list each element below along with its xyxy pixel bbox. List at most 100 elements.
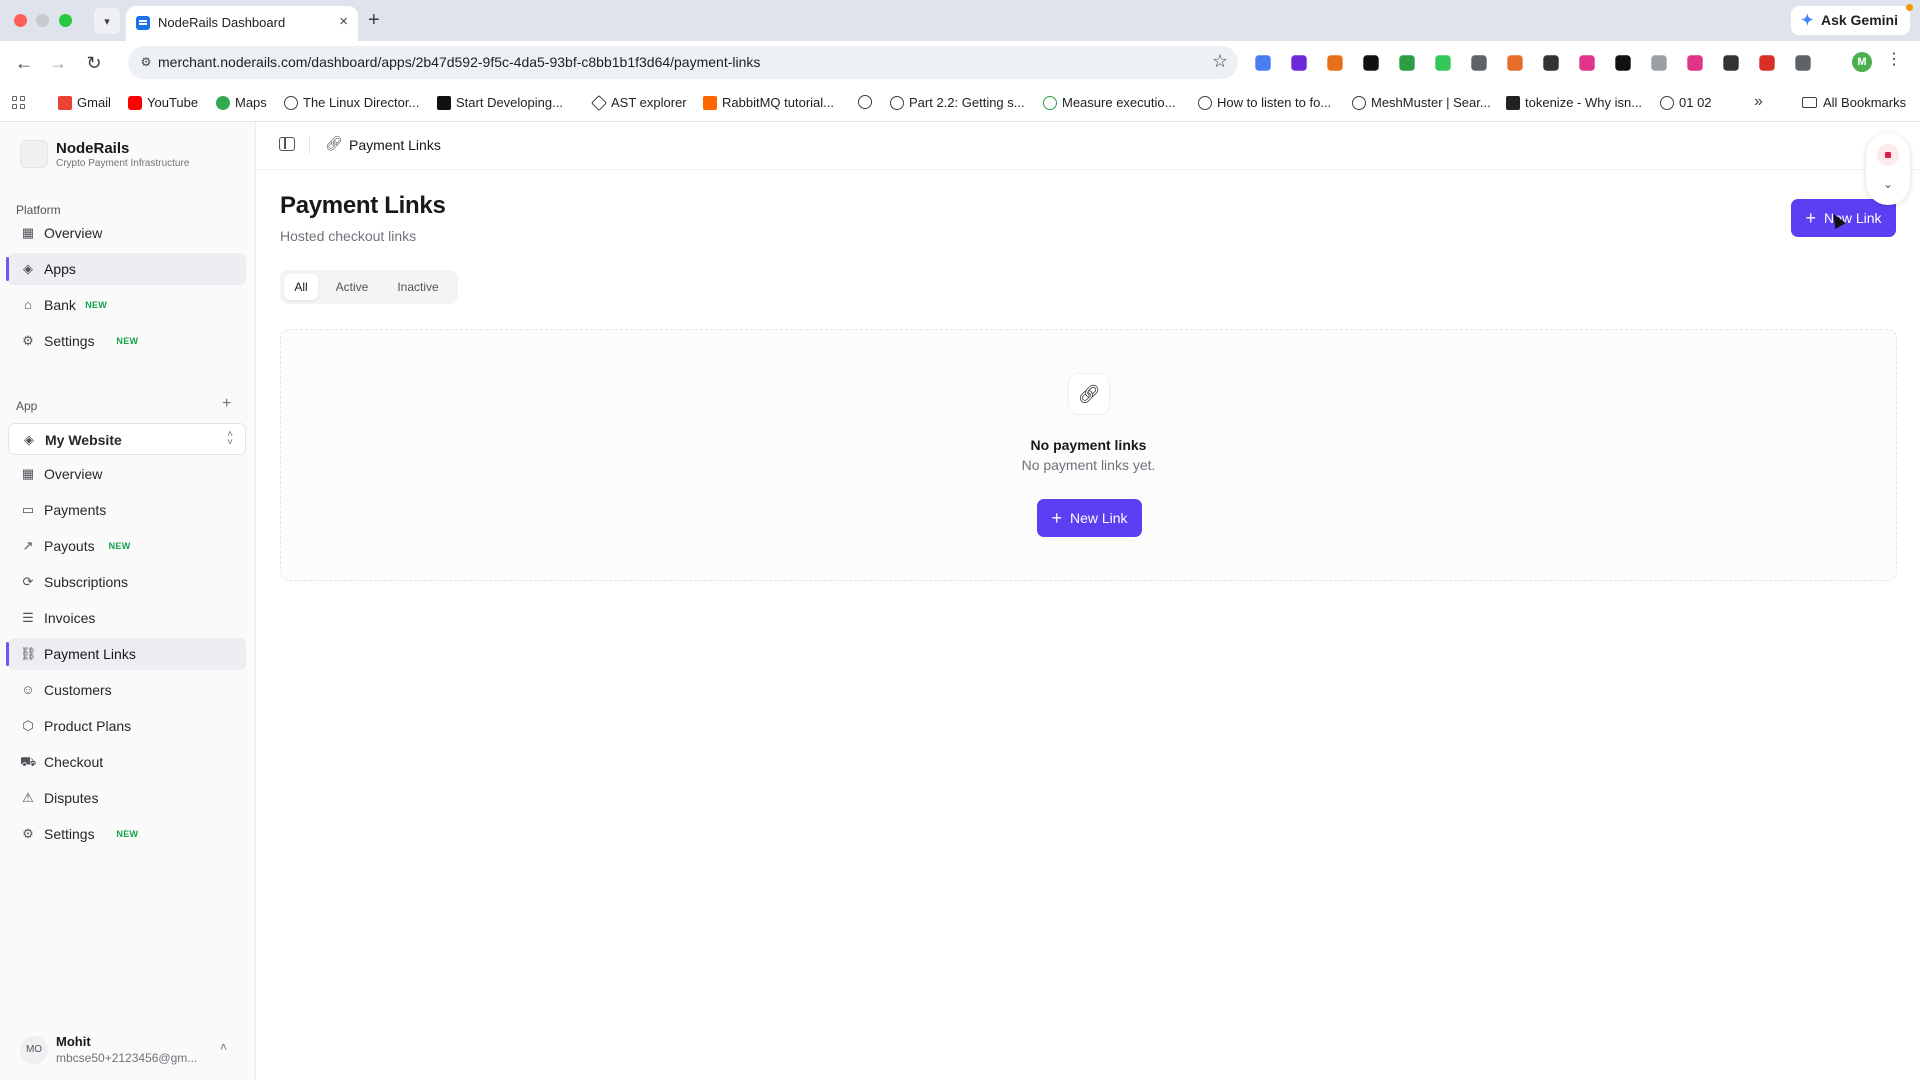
reload-icon[interactable]: ↻ xyxy=(80,49,108,77)
extension-icon[interactable] xyxy=(1651,55,1667,71)
extension-icon[interactable] xyxy=(1435,55,1451,71)
extension-icon[interactable] xyxy=(1363,55,1379,71)
sidebar-item-apps[interactable]: ◈ Apps xyxy=(6,253,246,285)
browser-tab[interactable]: NodeRails Dashboard × xyxy=(126,6,358,41)
package-icon: ⬡ xyxy=(22,718,34,733)
grid-icon: ▦ xyxy=(21,225,35,240)
bookmark-item[interactable]: 01 02 xyxy=(1660,95,1712,110)
user-name[interactable]: Mohit xyxy=(56,1034,91,1049)
tab-search-chevron-icon[interactable]: ▾ xyxy=(94,8,120,34)
sidebar-item-payment-links[interactable]: ⛓ Payment Links xyxy=(6,638,246,670)
bookmark-item[interactable]: tokenize - Why isn... xyxy=(1506,95,1642,110)
sidebar-item-subscriptions[interactable]: ⟳ Subscriptions xyxy=(8,566,246,598)
add-app-plus-icon[interactable]: + xyxy=(222,395,231,413)
user-avatar[interactable]: MO xyxy=(20,1036,48,1064)
extension-icon[interactable] xyxy=(1687,55,1703,71)
bookmark-item[interactable]: Start Developing... xyxy=(437,95,563,110)
extension-icon[interactable] xyxy=(1759,55,1775,71)
tab-inactive[interactable]: Inactive xyxy=(384,274,452,300)
forward-arrow-icon[interactable]: → xyxy=(44,49,72,77)
browser-menu-icon[interactable]: ⋮ xyxy=(1886,49,1902,69)
tab-title: NodeRails Dashboard xyxy=(158,15,286,30)
header-divider xyxy=(309,136,310,154)
site-info-icon[interactable]: ⚙ xyxy=(138,54,154,70)
empty-new-link-button[interactable]: + New Link xyxy=(1037,499,1142,537)
chevron-down-icon[interactable]: ⌄ xyxy=(1866,177,1910,191)
extension-icon[interactable] xyxy=(1399,55,1415,71)
sidebar-item-payouts[interactable]: ↗ Payouts NEW xyxy=(8,530,246,562)
extension-icon[interactable] xyxy=(1291,55,1307,71)
sidebar-item-overview[interactable]: ▦ Overview xyxy=(8,217,246,249)
window-close-button[interactable] xyxy=(14,14,27,27)
sidebar-item-invoices[interactable]: ☰ Invoices xyxy=(8,602,246,634)
chevron-up-icon[interactable]: ˄ xyxy=(220,1040,227,1054)
new-tab-plus-icon[interactable]: + xyxy=(368,8,380,32)
sidebar-item-bank[interactable]: ⌂ Bank NEW xyxy=(8,289,246,321)
sidebar-item-settings[interactable]: ⚙ Settings NEW xyxy=(8,818,246,850)
main-content: 🔗︎ Payment Links Payment Links Hosted ch… xyxy=(257,122,1920,1080)
address-bar[interactable]: ⚙ merchant.noderails.com/dashboard/apps/… xyxy=(128,46,1238,79)
notification-dot xyxy=(1906,4,1913,11)
all-bookmarks-button[interactable]: All Bookmarks xyxy=(1802,95,1906,110)
sidebar-item-disputes[interactable]: ⚠ Disputes xyxy=(8,782,246,814)
bookmark-item[interactable]: MeshMuster | Sear... xyxy=(1352,95,1491,110)
brand-name: NodeRails xyxy=(56,140,130,157)
stop-recording-icon[interactable] xyxy=(1877,144,1899,166)
tab-active[interactable]: Active xyxy=(324,274,380,300)
extension-icon[interactable] xyxy=(1615,55,1631,71)
user-email: mbcse50+2123456@gm... xyxy=(56,1051,198,1065)
back-arrow-icon[interactable]: ← xyxy=(10,49,38,77)
globe-icon xyxy=(858,95,872,109)
bookmark-item[interactable]: AST explorer xyxy=(591,94,687,111)
new-link-button[interactable]: + New Link xyxy=(1791,199,1896,237)
window-maximize-button[interactable] xyxy=(59,14,72,27)
bookmark-item[interactable]: Maps xyxy=(216,95,267,110)
bookmark-item[interactable]: YouTube xyxy=(128,95,198,110)
sidebar-toggle-icon[interactable] xyxy=(279,137,295,151)
sidebar-item-customers[interactable]: ☺ Customers xyxy=(8,674,246,706)
apps-grid-icon[interactable] xyxy=(12,96,26,110)
new-badge: NEW xyxy=(116,336,139,346)
extension-icon[interactable] xyxy=(1579,55,1595,71)
window-minimize-button[interactable] xyxy=(36,14,49,27)
recording-widget[interactable]: ⌄ xyxy=(1866,133,1910,205)
bookmark-item[interactable]: Gmail xyxy=(58,95,111,110)
sidebar-item-checkout[interactable]: ⛟ Checkout xyxy=(8,746,246,778)
ask-gemini-button[interactable]: ✦ Ask Gemini xyxy=(1790,4,1913,35)
users-icon: ☺ xyxy=(21,682,35,697)
url-text[interactable]: merchant.noderails.com/dashboard/apps/2b… xyxy=(158,54,760,70)
app-selector-label: My Website xyxy=(45,432,122,448)
bookmark-item[interactable]: The Linux Director... xyxy=(284,95,419,110)
page-title: Payment Links xyxy=(280,192,446,219)
sidebar-item-settings[interactable]: ⚙ Settings NEW xyxy=(8,325,246,357)
sidebar-item-label: Payouts xyxy=(44,538,95,554)
bookmark-item[interactable]: RabbitMQ tutorial... xyxy=(703,95,834,110)
bookmark-item[interactable] xyxy=(858,95,872,109)
extension-icon[interactable] xyxy=(1471,55,1487,71)
brand-subtitle: Crypto Payment Infrastructure xyxy=(56,158,190,169)
extension-icon[interactable] xyxy=(1255,55,1271,71)
sidebar-item-label: Subscriptions xyxy=(44,574,129,590)
extension-icon[interactable] xyxy=(1543,55,1559,71)
tab-close-icon[interactable]: × xyxy=(339,13,348,30)
bookmark-item[interactable]: Part 2.2: Getting s... xyxy=(890,95,1025,110)
app-selector[interactable]: ◈ My Website ˄ ˅ xyxy=(8,423,246,455)
sidebar-item-label: Settings xyxy=(44,826,95,842)
bookmark-item[interactable]: How to listen to fo... xyxy=(1198,95,1331,110)
bookmark-star-icon[interactable]: ☆ xyxy=(1212,51,1228,72)
sidebar-item-product-plans[interactable]: ⬡ Product Plans xyxy=(8,710,246,742)
profile-avatar[interactable]: M xyxy=(1852,52,1872,72)
layers-icon: ◈ xyxy=(23,261,33,276)
gmail-icon xyxy=(58,95,72,110)
tab-all[interactable]: All xyxy=(284,274,318,300)
sidebar-item-payments[interactable]: ▭ Payments xyxy=(8,494,246,526)
sidebar-item-overview[interactable]: ▦ Overview xyxy=(8,458,246,490)
extension-icon[interactable] xyxy=(1507,55,1523,71)
extension-icon[interactable] xyxy=(1327,55,1343,71)
globe-icon xyxy=(1660,95,1674,110)
more-bookmarks-chevron-icon[interactable]: » xyxy=(1754,93,1763,111)
extension-icon[interactable] xyxy=(1795,55,1811,71)
extension-icon[interactable] xyxy=(1723,55,1739,71)
bookmark-item[interactable]: Measure executio... xyxy=(1043,95,1175,110)
empty-new-link-label: New Link xyxy=(1069,510,1128,526)
